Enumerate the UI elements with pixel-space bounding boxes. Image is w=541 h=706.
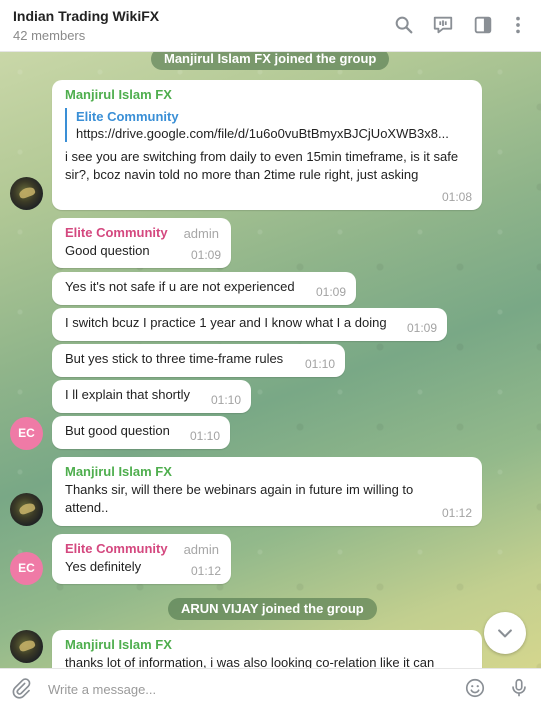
avatar[interactable] xyxy=(10,177,43,210)
message-time: 01:09 xyxy=(190,248,221,262)
avatar[interactable]: EC xyxy=(10,417,43,450)
search-icon[interactable] xyxy=(393,14,415,36)
scroll-to-bottom-button[interactable] xyxy=(484,612,526,654)
message-input[interactable] xyxy=(48,679,448,699)
message-time: 01:12 xyxy=(190,564,221,578)
message-time: 01:08 xyxy=(441,190,472,204)
message-bubble[interactable]: But yes stick to three time-frame rules … xyxy=(52,344,345,377)
message-text: I switch bcuz I practice 1 year and I kn… xyxy=(65,315,387,330)
admin-badge: admin xyxy=(183,542,219,557)
reply-sender: Elite Community xyxy=(76,109,179,124)
service-message-joined: ARUN VIJAY joined the group xyxy=(168,598,377,620)
reply-link: https://drive.google.com/file/d/1u6o0vuB… xyxy=(76,126,449,141)
message-time: 01:09 xyxy=(315,285,346,299)
service-message-joined: Manjirul Islam FX joined the group xyxy=(151,52,390,70)
message-bubble[interactable]: I switch bcuz I practice 1 year and I kn… xyxy=(52,308,447,341)
chevron-down-icon xyxy=(498,629,512,638)
message-time: 01:10 xyxy=(210,393,241,407)
chat-title[interactable]: Indian Trading WikiFX xyxy=(13,8,159,24)
group-call-icon[interactable] xyxy=(432,14,454,36)
chat-header: Indian Trading WikiFX 42 members xyxy=(0,0,541,52)
message-bubble[interactable]: Manjirul Islam FX thanks lot of informat… xyxy=(52,630,482,668)
message-text: Yes it's not safe if u are not experienc… xyxy=(65,279,295,294)
message-time: 01:10 xyxy=(304,357,335,371)
avatar[interactable] xyxy=(10,493,43,526)
message-sender[interactable]: Manjirul Islam FX xyxy=(65,463,470,481)
message-text: i see you are switching from daily to ev… xyxy=(65,149,459,182)
microphone-icon[interactable] xyxy=(508,677,530,699)
message-bubble[interactable]: Manjirul Islam FX Elite Community https:… xyxy=(52,80,482,210)
admin-badge: admin xyxy=(183,226,219,241)
more-options-icon[interactable] xyxy=(507,14,529,36)
message-bubble[interactable]: Elite Community admin Yes definitely 01:… xyxy=(52,534,231,584)
reply-preview[interactable]: Elite Community https://drive.google.com… xyxy=(65,108,470,142)
message-bubble[interactable]: I ll explain that shortly 01:10 xyxy=(52,380,251,413)
message-bubble[interactable]: Elite Community admin Good question 01:0… xyxy=(52,218,231,268)
message-bubble[interactable]: But good question 01:10 xyxy=(52,416,230,449)
attach-icon[interactable] xyxy=(10,677,32,699)
message-sender[interactable]: Manjirul Islam FX xyxy=(65,636,470,654)
avatar[interactable] xyxy=(10,630,43,663)
message-list[interactable]: Manjirul Islam FX joined the group Manji… xyxy=(0,52,541,668)
message-text: Thanks sir, will there be webinars again… xyxy=(65,482,414,515)
message-text: But yes stick to three time-frame rules xyxy=(65,351,284,366)
message-sender[interactable]: Manjirul Islam FX xyxy=(65,86,470,104)
message-time: 01:10 xyxy=(189,429,220,443)
message-time: 01:12 xyxy=(441,506,472,520)
member-count[interactable]: 42 members xyxy=(13,28,85,43)
message-composer xyxy=(0,668,541,706)
emoji-icon[interactable] xyxy=(464,677,486,699)
message-time: 01:09 xyxy=(406,321,437,335)
message-bubble[interactable]: Manjirul Islam FX Thanks sir, will there… xyxy=(52,457,482,526)
message-text: thanks lot of information, i was also lo… xyxy=(65,655,435,668)
sidebar-toggle-icon[interactable] xyxy=(472,14,494,36)
avatar[interactable]: EC xyxy=(10,552,43,585)
message-bubble[interactable]: Yes it's not safe if u are not experienc… xyxy=(52,272,356,305)
